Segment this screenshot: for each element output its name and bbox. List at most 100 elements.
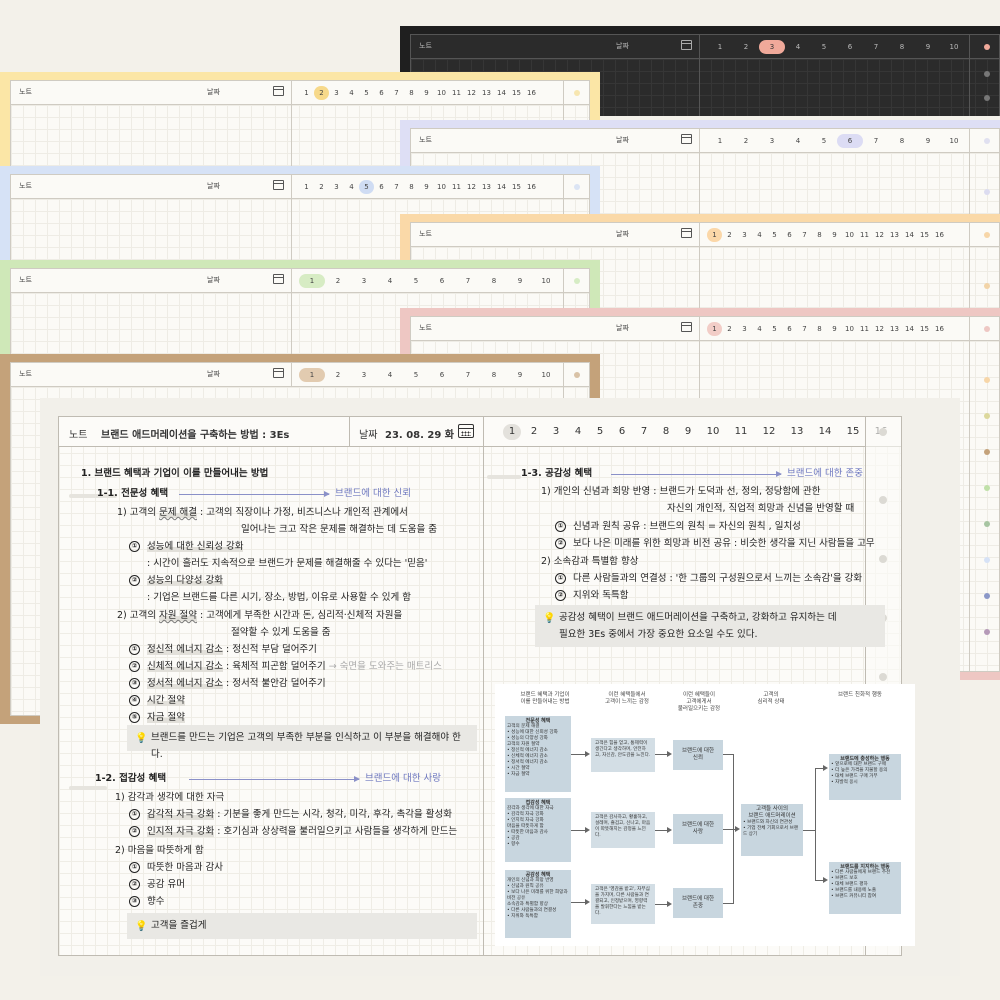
text-line: 1) 고객의 문제 해결 : 고객의 직장이나 가정, 비즈니스나 개인적 관계…: [117, 507, 408, 518]
admiration-box: 고객들 사이의 브랜드 애드머레이션 • 브랜드와 자신의 연관성 • 기업 전체…: [741, 804, 803, 856]
day-1[interactable]: 1: [503, 424, 521, 440]
calendar-icon[interactable]: [681, 40, 692, 50]
brand-admiration-diagram: 브랜드 혜택과 기업이 이를 만들어내는 방법 이런 혜택들에서 고객이 느끼는…: [495, 684, 915, 946]
circled-number-icon: ③: [129, 896, 140, 907]
sensory-benefit-box: 접감성 혜택 감각과 생각에 대한 자극 • 감각적 자극 강화 • 인지적 자극 …: [505, 798, 571, 862]
diagram-col-header: 이런 혜택들이 고객에게서 불러일으키는 감정: [677, 692, 721, 712]
note-label: 노트: [419, 42, 432, 50]
text-line: 공감 유머: [147, 879, 185, 890]
day-7[interactable]: 7: [633, 424, 655, 440]
circled-number-icon: ②: [555, 590, 566, 601]
text-line: 시간 절약: [147, 695, 185, 706]
diagram-col-header: 고객의 심리적 상태: [757, 692, 785, 705]
date-label: 날짜: [359, 430, 378, 441]
date-label: 날짜: [616, 42, 629, 50]
text-line: 절약할 수 있게 도움을 줌: [231, 627, 331, 638]
day-5[interactable]: 5: [589, 424, 611, 440]
day-10[interactable]: 10: [699, 424, 727, 440]
section-bar: [69, 786, 107, 790]
text-line: 성능에 대한 신뢰성 강화: [147, 541, 244, 552]
page-title[interactable]: 브랜드 애드머레이션을 구축하는 방법 : 3Es: [101, 426, 289, 441]
arrow-label-respect: 브랜드에 대한 존중: [787, 468, 863, 479]
text-line: : 시간이 흘러도 지속적으로 브랜드가 문제를 해결해줄 수 있다는 '믿음': [147, 558, 428, 569]
text-line: 1) 감각과 생각에 대한 자극: [115, 792, 225, 803]
circled-number-icon: ②: [129, 661, 140, 672]
heading-1-2: 1-2. 접감성 혜택: [95, 773, 167, 784]
date-label: 날짜: [207, 370, 220, 378]
arrow-icon: [611, 471, 782, 477]
tip-note: 💡 브랜드를 만드는 기업은 고객의 부족한 부분을 인식하고 이 부분을 해결해…: [127, 725, 477, 760]
heading-1: 1. 브랜드 혜택과 기업이 이를 만들어내는 방법: [81, 468, 269, 479]
text-line: 성능의 다양성 강화: [147, 575, 223, 586]
date-label: 날짜: [207, 182, 220, 190]
day-selector[interactable]: 12345678910111213141516: [501, 424, 895, 440]
expertise-benefit-box: 전문성 혜택 고객의 문제 해결 • 성능에 대한 신뢰성 강화 • 성능의 다양성…: [505, 716, 571, 792]
note-label: 노트: [419, 324, 432, 332]
calendar-icon[interactable]: [681, 134, 692, 144]
circled-number-icon: ①: [555, 521, 566, 532]
text-line: 정신적 에너지 감소 : 정신적 부담 덜어주기: [147, 644, 317, 655]
text-line: 감각적 자극 강화 : 기분을 좋게 만드는 시각, 청각, 미각, 후각, 촉…: [147, 809, 452, 820]
day-14[interactable]: 14: [811, 424, 839, 440]
empathy-benefit-box: 공감성 혜택 개인의 신념과 희망 반영 • 신념과 원칙 공유 • 보다 나은 미…: [505, 870, 571, 938]
day-numbers: 1 2 3 4 5 6 7 8 9 10 11 12 13 14 15 16: [707, 228, 947, 242]
text-line: 자금 절약: [147, 712, 185, 723]
respect-box: 브랜드에 대한 존중: [673, 888, 723, 918]
calendar-icon[interactable]: [273, 180, 284, 190]
note-label: 노트: [69, 430, 88, 441]
text-line: 인지적 자극 강화 : 호기심과 상상력을 불러일으키고 사람들을 생각하게 만…: [147, 826, 458, 837]
day-11[interactable]: 11: [727, 424, 755, 440]
day-9[interactable]: 9: [677, 424, 699, 440]
lightbulb-icon: 💡: [543, 613, 556, 624]
emotion-box: 고객은 힘을 얻고, 통제력이 생긴다고 생각하며, 안전하고, 자신감, 안도…: [591, 738, 655, 772]
circled-number-icon: ③: [129, 678, 140, 689]
arrow-label-love: 브랜드에 대한 사랑: [365, 773, 441, 784]
calendar-icon[interactable]: [273, 86, 284, 96]
heading-1-3: 1-3. 공감성 혜택: [521, 468, 593, 479]
day-13[interactable]: 13: [783, 424, 811, 440]
circled-number-icon: ①: [555, 573, 566, 584]
day-4[interactable]: 4: [567, 424, 589, 440]
text-line: 1) 개인의 신념과 희망 반영 : 브랜드가 도덕과 선, 정의, 정당함에 …: [541, 486, 821, 497]
note-label: 노트: [19, 276, 32, 284]
circled-number-icon: ②: [129, 879, 140, 890]
text-line: 신념과 원칙 공유 : 브랜드의 원칙 = 자신의 원칙 , 일치성: [573, 521, 801, 532]
loyalty-box: 브랜드에 충성하는 행동 • 앞으로에 대한 브랜드 구매 • 더 높은 가격을 …: [829, 754, 901, 800]
circled-number-icon: ②: [129, 826, 140, 837]
text-line: 자신의 개인적, 직업적 희망과 신념을 반영할 때: [667, 503, 855, 514]
day-numbers: 1 2 3 4 5 6 7 8 9 10: [299, 274, 559, 288]
emotion-box: 고객은 '영감을 받고', 자부심을 가지며, 다른 사람들과 연결되고, 인정…: [591, 884, 655, 924]
day-12[interactable]: 12: [755, 424, 783, 440]
day-3[interactable]: 3: [545, 424, 567, 440]
page-header: 노트 브랜드 애드머레이션을 구축하는 방법 : 3Es 날짜 23. 08. …: [59, 417, 901, 447]
date-label: 날짜: [207, 88, 220, 96]
emotion-box: 고객은 감사하고, 황홀하고, 설레며, 즐겁고, 신나고, 마음이 따뜻해지는…: [591, 812, 655, 848]
day-numbers: 1 2 3 4 5 6 7 8 9 10: [707, 134, 967, 148]
tip-note: 💡 고객을 즐겁게: [127, 913, 477, 939]
text-line: 신체적 에너지 감소 : 육체적 피곤함 덜어주기 → 숙면을 도와주는 매트리…: [147, 661, 442, 672]
circled-number-icon: ②: [129, 575, 140, 586]
calendar-icon[interactable]: [681, 228, 692, 238]
text-line: 보다 나은 미래를 위한 희망과 비전 공유 : 비슷한 생각을 지닌 사람들을…: [573, 538, 875, 549]
calendar-icon[interactable]: [458, 424, 474, 438]
calendar-icon[interactable]: [681, 322, 692, 332]
day-numbers: 1 2 3 4 5 6 7 8 9 10 11 12 13 14 15 16: [299, 180, 539, 194]
circled-number-icon: ⑤: [129, 712, 140, 723]
note-label: 노트: [419, 136, 432, 144]
day-6[interactable]: 6: [611, 424, 633, 440]
day-numbers: 1 2 3 4 5 6 7 8 9 10 11 12 13 14 15 16: [707, 322, 947, 336]
lightbulb-icon: 💡: [135, 733, 148, 744]
lightbulb-icon: 💡: [135, 921, 148, 932]
day-15[interactable]: 15: [839, 424, 867, 440]
heading-1-1: 1-1. 전문성 혜택: [97, 488, 169, 499]
advocacy-box: 브랜드를 지지하는 행동 • 다른 사람들에게 브랜드 추천 • 브랜드 보호 • …: [829, 862, 901, 914]
calendar-icon[interactable]: [273, 368, 284, 378]
love-box: 브랜드에 대한 사랑: [673, 814, 723, 844]
date-label: 날짜: [616, 136, 629, 144]
page-divider: [483, 447, 484, 955]
day-numbers: 1 2 3 4 5 6 7 8 9 10 11 12 13 14 15 16: [299, 86, 539, 100]
date-value[interactable]: 23. 08. 29 화: [385, 426, 454, 441]
day-2[interactable]: 2: [523, 424, 545, 440]
calendar-icon[interactable]: [273, 274, 284, 284]
day-8[interactable]: 8: [655, 424, 677, 440]
